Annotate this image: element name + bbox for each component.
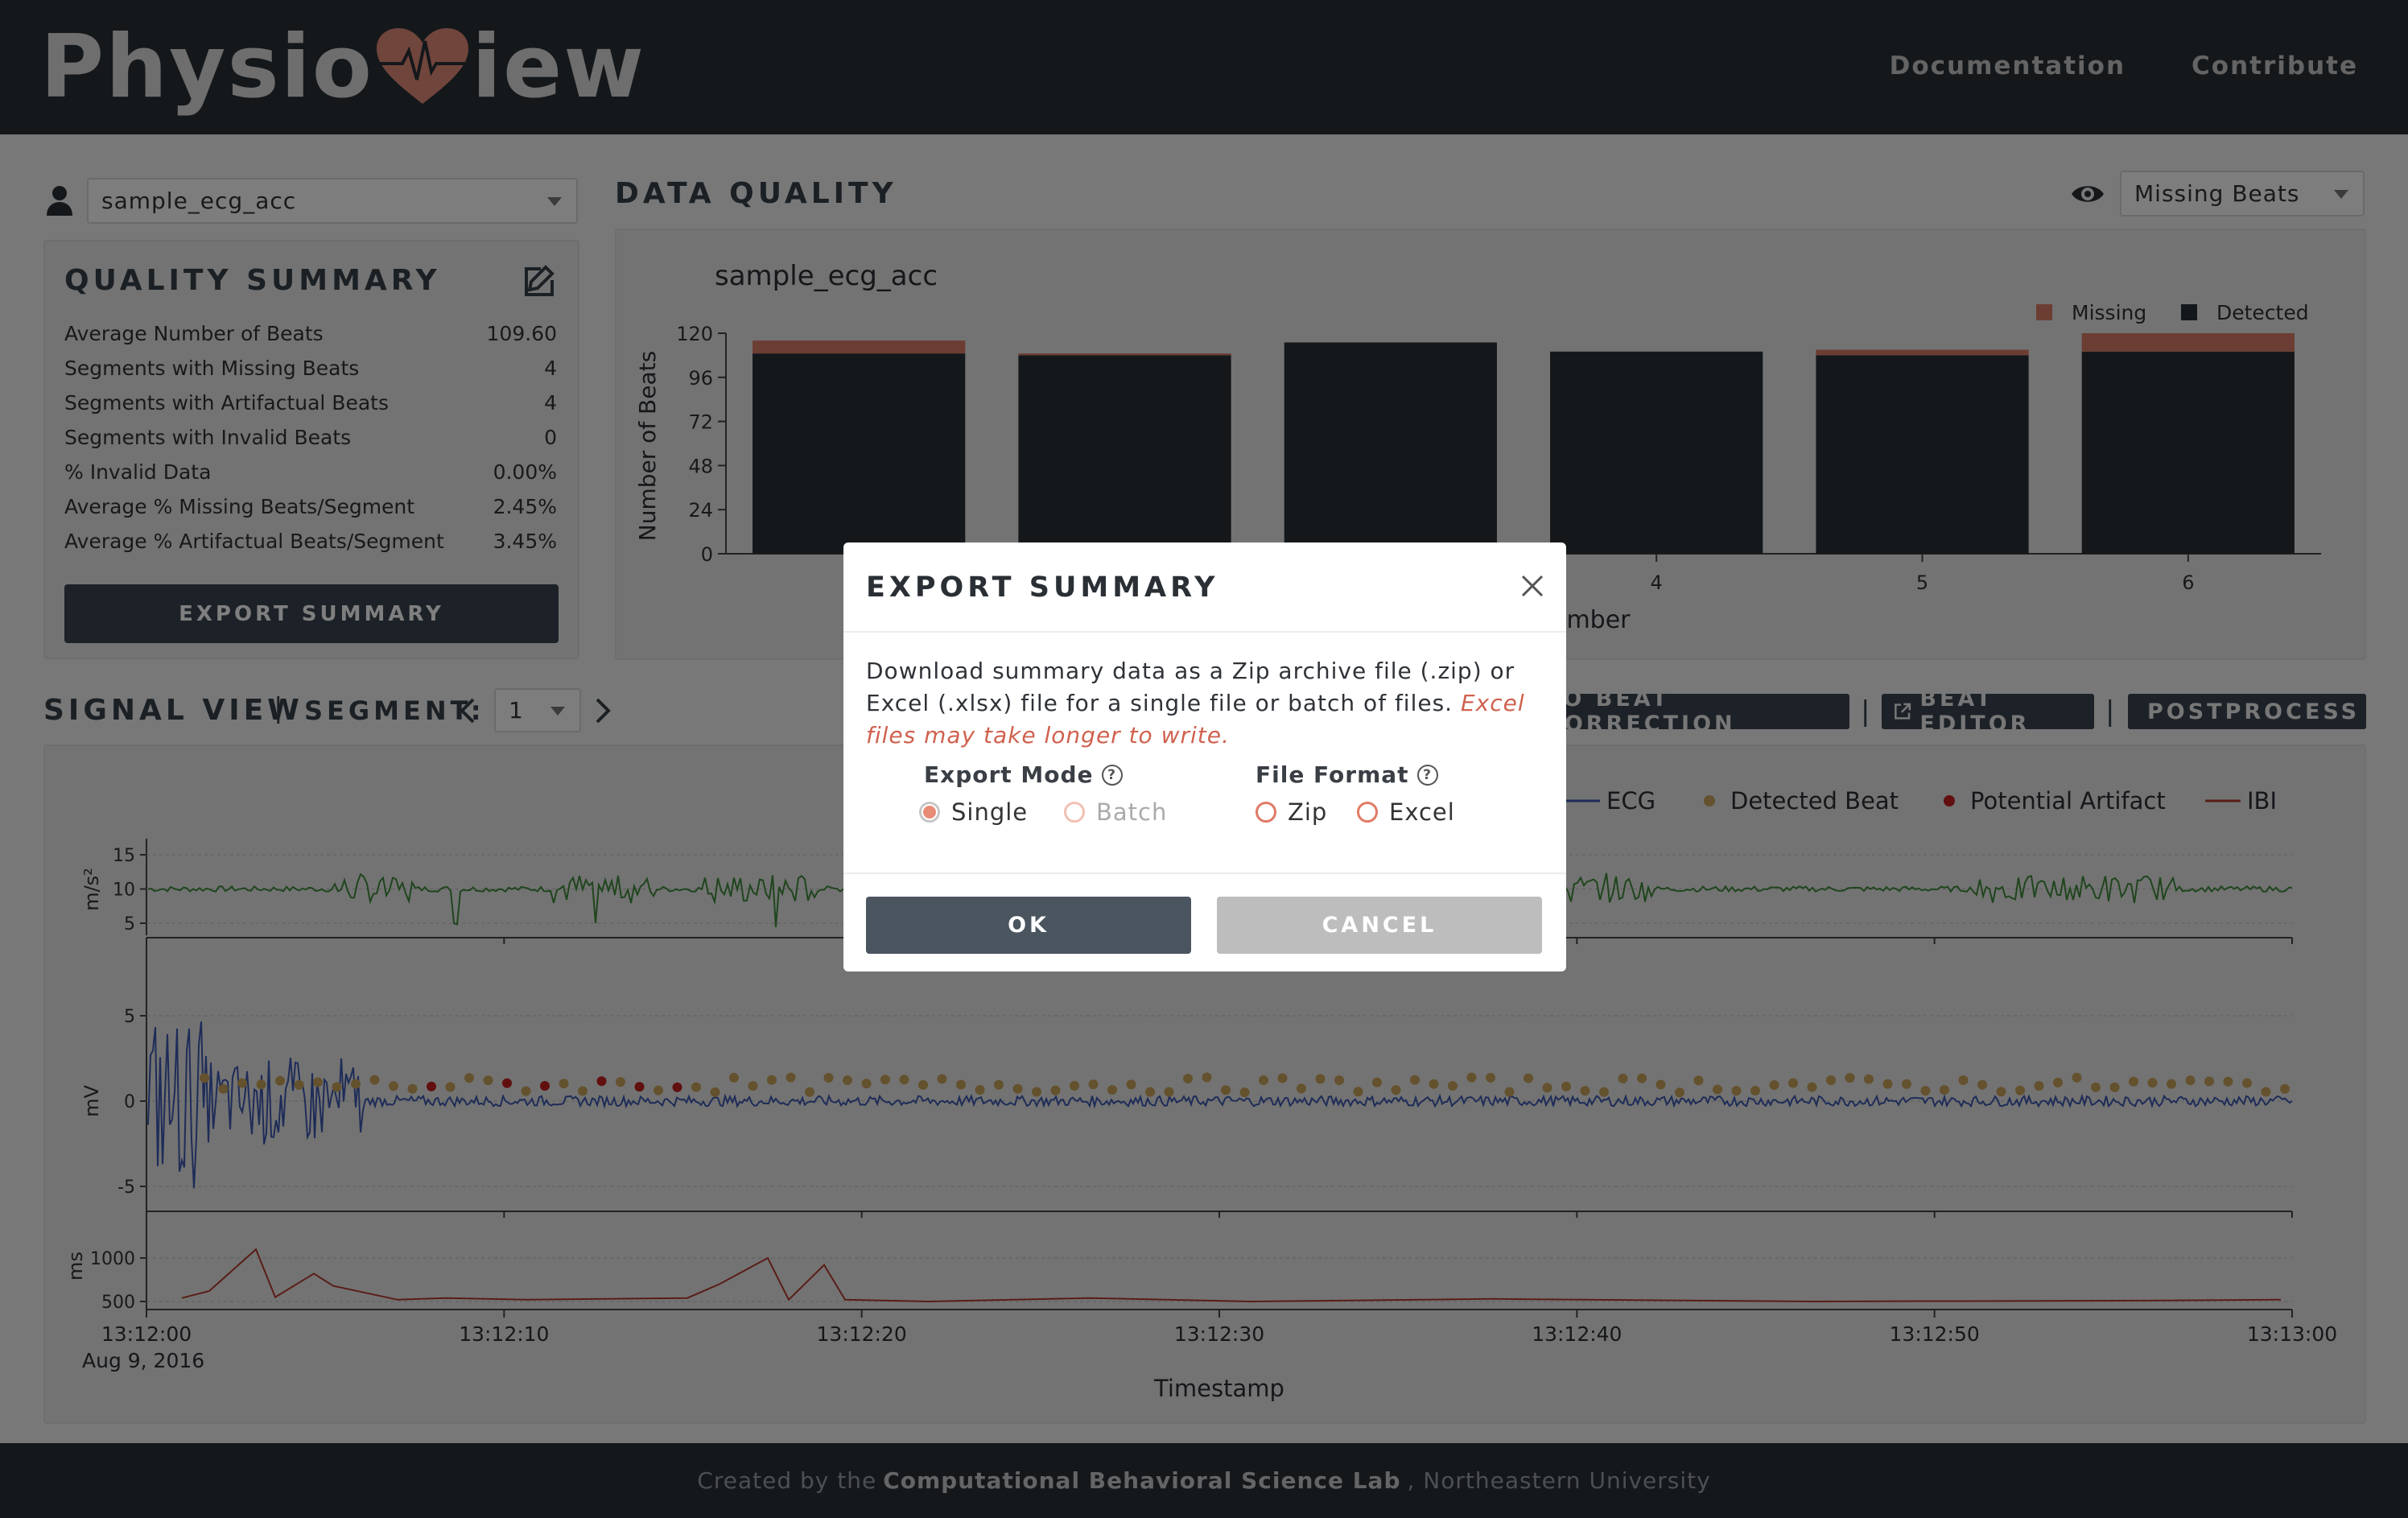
modal-divider: [843, 872, 1566, 874]
export-mode-label: Export Mode: [924, 761, 1094, 788]
file-format-group-label: File Format?: [1256, 761, 1438, 788]
close-icon[interactable]: [1516, 570, 1548, 602]
radio-unchecked-icon: [1357, 802, 1378, 823]
file-format-label: File Format: [1256, 761, 1409, 788]
help-icon[interactable]: ?: [1101, 764, 1123, 786]
radio-label: Zip: [1288, 798, 1328, 826]
export-summary-modal: EXPORT SUMMARY Download summary data as …: [843, 542, 1566, 971]
radio-label: Single: [951, 798, 1029, 826]
help-icon[interactable]: ?: [1416, 764, 1438, 786]
radio-unchecked-icon: [1064, 802, 1085, 823]
modal-description-text: Download summary data as a Zip archive f…: [866, 658, 1515, 716]
radio-label: Excel: [1389, 798, 1455, 826]
file-format-excel-radio[interactable]: Excel: [1357, 798, 1455, 826]
export-mode-batch-radio[interactable]: Batch: [1064, 798, 1167, 826]
export-mode-group-label: Export Mode?: [924, 761, 1123, 788]
radio-checked-icon: [919, 802, 940, 823]
radio-label: Batch: [1096, 798, 1168, 826]
modal-title: EXPORT SUMMARY: [866, 571, 1219, 604]
modal-description: Download summary data as a Zip archive f…: [866, 655, 1542, 752]
radio-unchecked-icon: [1256, 802, 1276, 823]
file-format-zip-radio[interactable]: Zip: [1256, 798, 1327, 826]
cancel-button[interactable]: CANCEL: [1217, 897, 1542, 954]
ok-button[interactable]: OK: [866, 897, 1191, 954]
export-mode-single-radio[interactable]: Single: [919, 798, 1028, 826]
modal-divider: [843, 631, 1566, 633]
